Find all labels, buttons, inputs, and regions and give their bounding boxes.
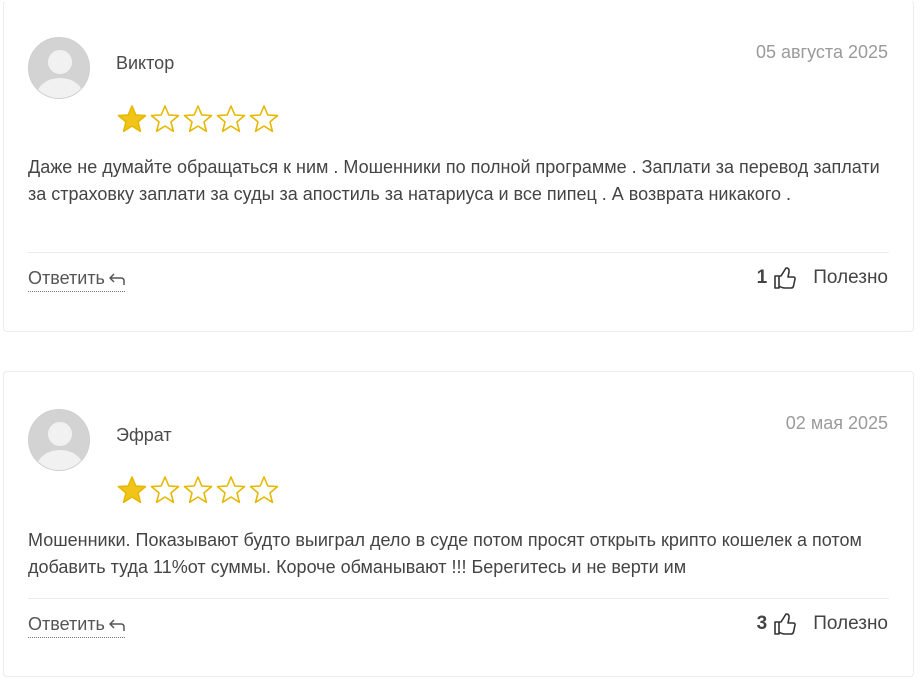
reply-label: Ответить: [28, 614, 105, 634]
star-icon: [249, 476, 279, 504]
reply-label: Ответить: [28, 268, 105, 288]
thumbs-up-icon[interactable]: [773, 612, 797, 636]
star-rating: [116, 103, 280, 135]
reply-button[interactable]: Ответить: [28, 614, 125, 638]
review-card: Эфрат 02 мая 2025 Мошенники. Показывают …: [3, 371, 914, 677]
review-author: Эфрат: [116, 425, 172, 445]
user-avatar-icon: [28, 409, 90, 471]
star-icon: [150, 476, 180, 504]
star-rating: [116, 474, 280, 506]
helpful-button[interactable]: Полезно: [813, 613, 888, 635]
star-icon: [117, 105, 147, 133]
helpful-section: 1 Полезно: [757, 266, 888, 290]
helpful-button[interactable]: Полезно: [813, 267, 888, 289]
review-text: Даже не думайте обращаться к ним . Мошен…: [28, 157, 880, 204]
star-icon: [117, 476, 147, 504]
reply-button[interactable]: Ответить: [28, 268, 125, 292]
star-icon: [183, 476, 213, 504]
helpful-section: 3 Полезно: [757, 612, 888, 636]
user-avatar-icon: [28, 37, 90, 99]
review-date: 02 мая 2025: [785, 413, 888, 433]
divider: [28, 252, 889, 253]
star-icon: [249, 105, 279, 133]
reply-arrow-icon: [108, 272, 125, 285]
review-text: Мошенники. Показывают будто выиграл дело…: [28, 530, 862, 577]
review-author: Виктор: [116, 53, 175, 73]
star-icon: [216, 476, 246, 504]
star-icon: [183, 105, 213, 133]
review-date: 05 августа 2025: [755, 42, 888, 62]
helpful-count: 1: [756, 267, 768, 288]
divider: [28, 598, 889, 599]
reply-arrow-icon: [108, 618, 125, 631]
star-icon: [150, 105, 180, 133]
helpful-count: 3: [756, 613, 768, 634]
thumbs-up-icon[interactable]: [773, 266, 797, 290]
review-card: Виктор 05 августа 2025 Даже не думайте о…: [3, 0, 914, 332]
star-icon: [216, 105, 246, 133]
